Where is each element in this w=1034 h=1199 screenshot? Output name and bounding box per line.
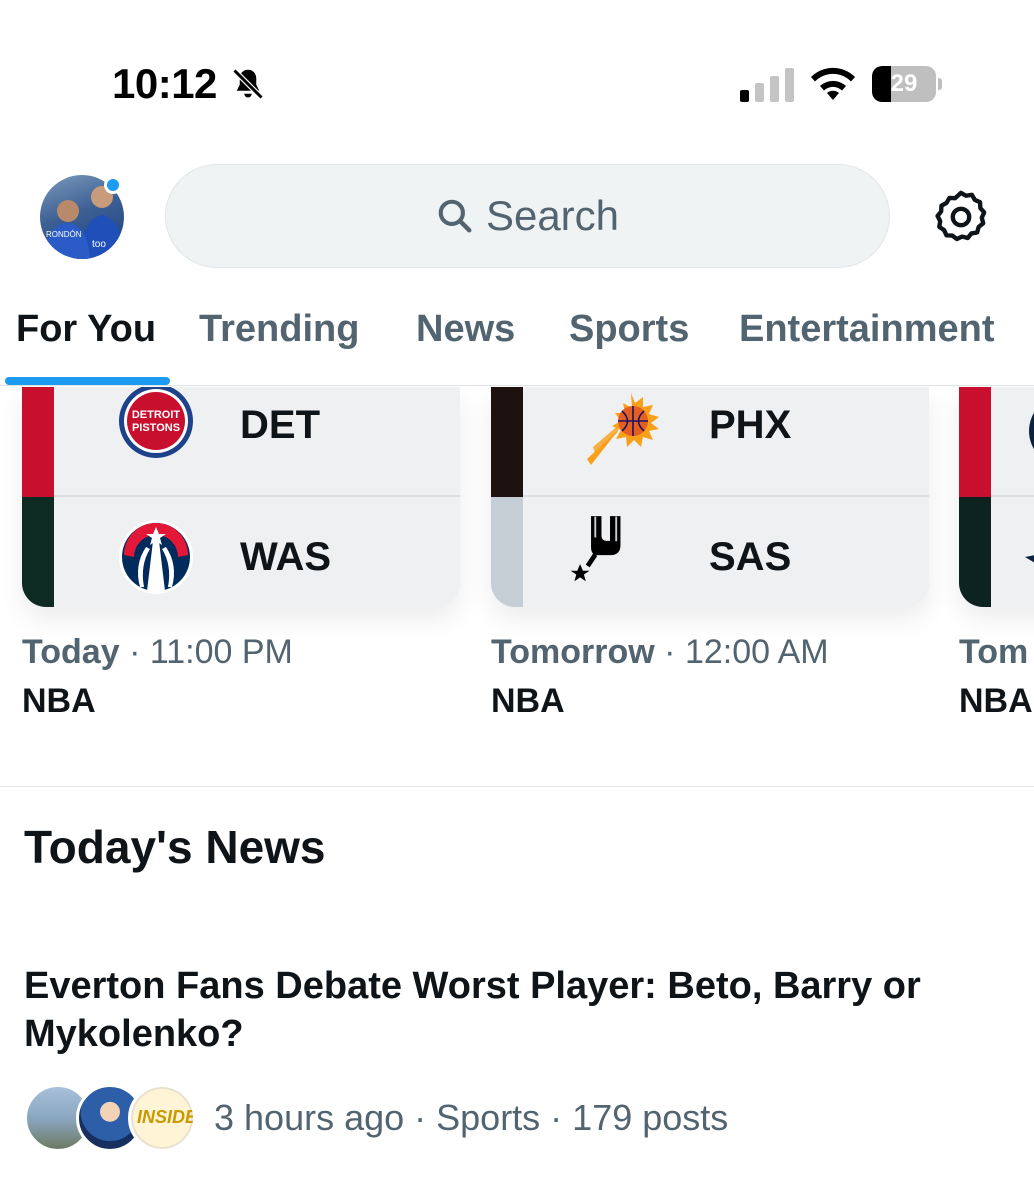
wifi-icon bbox=[811, 67, 855, 100]
away-team-color bbox=[22, 497, 54, 607]
poster-avatar: INSIDE bbox=[128, 1084, 196, 1152]
facepile: INSIDE bbox=[24, 1082, 196, 1154]
home-team-row bbox=[991, 387, 1034, 497]
settings-gear-icon[interactable] bbox=[932, 188, 990, 246]
news-meta: INSIDE 3 hours ago · Sports · 179 posts bbox=[24, 1082, 728, 1154]
tab-for-you[interactable]: For You bbox=[16, 308, 156, 351]
away-team-abbr: WAS bbox=[240, 535, 332, 579]
game-card[interactable]: DETROIT PISTONS DET WAS Today · 11:00 PM… bbox=[22, 387, 460, 721]
home-team-abbr: PHX bbox=[709, 403, 792, 447]
home-team-color bbox=[22, 387, 54, 497]
svg-text:too: too bbox=[92, 239, 106, 250]
away-team-row: SAS bbox=[523, 497, 929, 607]
section-title: Today's News bbox=[24, 821, 326, 873]
cellular-signal-icon bbox=[740, 68, 794, 102]
game-league: NBA bbox=[491, 682, 565, 720]
game-start-time: 12:00 AM bbox=[684, 633, 829, 671]
separator-dot: · bbox=[664, 633, 685, 671]
san-antonio-spurs-logo bbox=[570, 516, 621, 582]
away-team-row bbox=[991, 497, 1034, 607]
notification-dot bbox=[104, 176, 122, 194]
game-league: NBA bbox=[22, 682, 96, 720]
team-logo bbox=[1029, 412, 1034, 450]
game-time: Today · 11:00 PM bbox=[22, 633, 460, 672]
away-team-abbr: SAS bbox=[709, 535, 792, 579]
tab-news[interactable]: News bbox=[416, 308, 515, 351]
search-placeholder: Search bbox=[485, 192, 620, 239]
game-league: NBA bbox=[959, 682, 1033, 720]
team-logo bbox=[1025, 555, 1034, 563]
bell-slash-icon bbox=[232, 68, 264, 100]
separator-dot: · bbox=[129, 633, 150, 671]
search-bar[interactable]: Search bbox=[165, 164, 890, 268]
games-carousel[interactable]: DETROIT PISTONS DET WAS Today · 11:00 PM… bbox=[0, 387, 1034, 787]
svg-text:RONDÓN: RONDÓN bbox=[46, 230, 82, 239]
detroit-pistons-logo: DETROIT PISTONS bbox=[119, 387, 193, 458]
tab-sports[interactable]: Sports bbox=[569, 308, 689, 351]
section-divider bbox=[0, 786, 1034, 787]
home-team-color bbox=[959, 387, 991, 497]
game-card[interactable]: PHX SAS Tomorrow · 12:00 AM NBA bbox=[491, 387, 929, 721]
home-team-row: DETROIT PISTONS DET bbox=[54, 387, 460, 497]
washington-wizards-logo bbox=[119, 520, 193, 594]
game-time: Tomorrow · 12:00 AM bbox=[491, 633, 929, 672]
svg-text:DETROIT: DETROIT bbox=[132, 409, 181, 421]
svg-text:PISTONS: PISTONS bbox=[132, 422, 180, 434]
tab-trending[interactable]: Trending bbox=[199, 308, 359, 351]
game-day: Tom bbox=[959, 633, 1029, 671]
matchup-card[interactable]: DETROIT PISTONS DET WAS bbox=[22, 387, 460, 607]
active-tab-indicator bbox=[5, 377, 170, 385]
status-time: 10:12 bbox=[112, 60, 217, 107]
game-day: Tomorrow bbox=[491, 633, 655, 671]
home-team-color bbox=[491, 387, 523, 497]
phoenix-suns-logo bbox=[587, 393, 659, 465]
game-card[interactable]: Tom NBA bbox=[959, 387, 1034, 721]
home-team-abbr: DET bbox=[240, 403, 320, 447]
game-day: Today bbox=[22, 633, 120, 671]
away-team-color bbox=[491, 497, 523, 607]
battery-level: 29 bbox=[890, 70, 918, 97]
search-icon bbox=[438, 199, 472, 233]
away-team-color bbox=[959, 497, 991, 607]
status-bar: 10:12 29 bbox=[0, 0, 1034, 130]
news-meta-text: 3 hours ago · Sports · 179 posts bbox=[214, 1097, 729, 1138]
battery-indicator: 29 bbox=[872, 66, 942, 102]
news-headline[interactable]: Everton Fans Debate Worst Player: Beto, … bbox=[24, 962, 984, 1058]
matchup-card[interactable]: PHX SAS bbox=[491, 387, 929, 607]
away-team-row: WAS bbox=[54, 497, 460, 607]
game-time: Tom bbox=[959, 633, 1034, 672]
game-start-time: 11:00 PM bbox=[149, 633, 293, 671]
tab-entertainment[interactable]: Entertainment bbox=[739, 308, 994, 351]
explore-tabs: For You Trending News Sports Entertainme… bbox=[0, 300, 1034, 386]
home-team-row: PHX bbox=[523, 387, 929, 497]
matchup-card[interactable] bbox=[959, 387, 1034, 607]
avatar-badge-text: INSIDE bbox=[137, 1107, 196, 1127]
